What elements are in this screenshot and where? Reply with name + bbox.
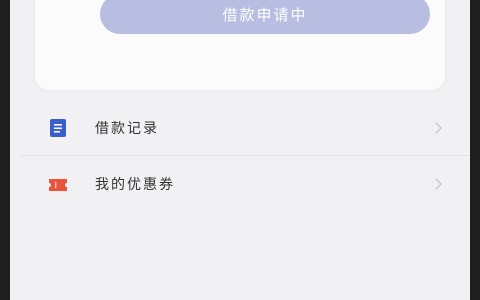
device-bezel-left xyxy=(0,0,10,300)
chevron-right-icon xyxy=(430,177,442,190)
loan-status-card: 借款申请中 xyxy=(35,0,445,90)
device-bezel-right xyxy=(470,0,480,300)
menu-item-loan-records[interactable]: 借款记录 xyxy=(20,100,470,155)
app-screen: 借款申请中 借款记录 我的优惠券 xyxy=(10,0,470,300)
menu-item-label: 我的优惠券 xyxy=(95,176,175,193)
menu-item-my-coupons[interactable]: 我的优惠券 xyxy=(20,155,470,211)
ticket-icon xyxy=(48,177,68,191)
menu-item-label: 借款记录 xyxy=(95,120,159,137)
loan-application-status-button[interactable]: 借款申请中 xyxy=(100,0,430,34)
chevron-right-icon xyxy=(430,121,442,134)
menu-list: 借款记录 我的优惠券 xyxy=(20,100,470,211)
document-icon xyxy=(50,118,66,137)
